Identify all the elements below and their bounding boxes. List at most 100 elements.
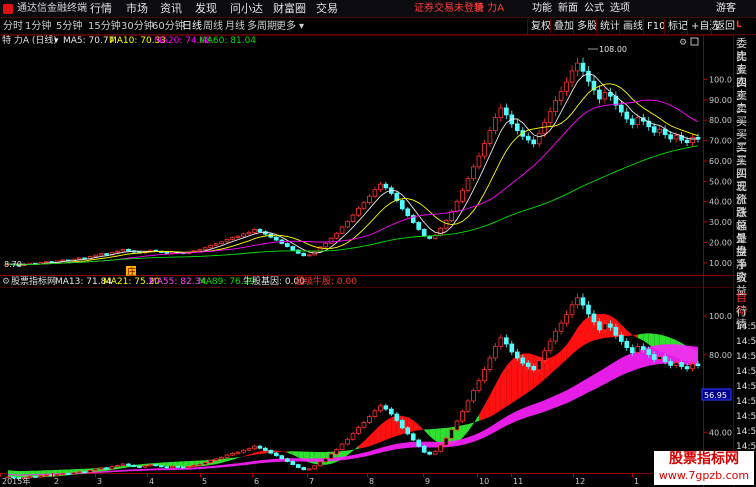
sub-candle-body [558, 322, 564, 332]
sub-candle-body [471, 389, 476, 402]
sub-candle-body [131, 464, 137, 467]
period-weekly[interactable]: 周线 [203, 19, 223, 34]
sub-candle-body [306, 468, 312, 471]
candle-body [98, 253, 104, 256]
period-intraday[interactable]: 分时 [3, 19, 23, 34]
sub-candle-body [482, 369, 487, 382]
tick-time: 14:56 [736, 352, 756, 362]
sub-candle-body [640, 346, 646, 351]
bull-ribbon-segment [621, 324, 627, 337]
candle-body [367, 195, 372, 204]
btn-adjust[interactable]: 复权 [527, 19, 551, 34]
bull-ribbon-segment [484, 395, 490, 419]
menu-functions[interactable]: 功能 [532, 2, 552, 16]
menu-news[interactable]: 资讯 [160, 2, 182, 16]
menu-quotes[interactable]: 行情 [90, 2, 112, 16]
sub-candle-body [520, 357, 526, 364]
candle-body [558, 91, 564, 102]
btn-draw-line[interactable]: 画线 [619, 19, 643, 34]
bear-ribbon-segment [172, 461, 178, 467]
candle-body [482, 143, 487, 157]
period-daily[interactable]: 日线 [182, 19, 202, 34]
candle-body [345, 221, 350, 228]
candle-body [93, 254, 98, 257]
bull-ribbon-segment [259, 450, 266, 454]
sub-chart-gear-icon[interactable]: ⚙ [2, 276, 10, 288]
sub-candle-body [202, 462, 208, 465]
period-multi[interactable]: 多周期 [247, 19, 277, 34]
menu-options[interactable]: 选项 [610, 2, 630, 16]
candle-body [213, 243, 219, 246]
candle-body [465, 178, 471, 191]
bull-ribbon-segment [572, 328, 578, 355]
sub-candle-body [405, 427, 411, 435]
candle-body [197, 249, 202, 252]
bull-ribbon-segment [489, 384, 496, 417]
period-30min[interactable]: 30分钟 [121, 19, 154, 34]
bull-ribbon-segment [385, 417, 392, 440]
candle-body [476, 155, 482, 168]
menu-trade[interactable]: 交易 [316, 2, 338, 16]
sub-candle-body [345, 438, 350, 445]
sub-candle-body [389, 408, 394, 415]
period-1min[interactable]: 1分钟 [25, 19, 51, 34]
btn-overlay[interactable]: 叠加 [550, 19, 574, 34]
candle-body [257, 229, 263, 233]
sub-candle-body [657, 356, 662, 360]
bull-ribbon-segment [533, 354, 540, 389]
sub-chart-header: ⚙ 股票指标网 MA13: 71.84 MA21: 75.20 MA55: 82… [0, 276, 700, 288]
candle-body [235, 235, 241, 238]
sub-candle-body [432, 450, 438, 455]
sub-candle-body [109, 466, 115, 470]
bull-ribbon-segment [413, 420, 419, 432]
sub-candle-body [44, 474, 49, 477]
ma-line-ma10 [7, 83, 699, 266]
sub-candle-body [180, 466, 186, 469]
sub-candle-body [613, 326, 619, 336]
menu-discover[interactable]: 发现 [195, 2, 217, 16]
menu-formula[interactable]: 公式 [584, 2, 604, 16]
time-tick-label: 5 [202, 477, 207, 486]
candle-body [219, 241, 224, 245]
candle-body [629, 118, 635, 125]
sub-candle-body [274, 452, 279, 457]
period-more-arrow-icon[interactable]: ▾ [299, 19, 304, 34]
candle-body [657, 128, 662, 133]
sub-candle-body [328, 453, 334, 459]
btn-mark[interactable]: 标记 [664, 19, 688, 34]
candle-body [44, 261, 49, 264]
bull-ribbon-segment [561, 344, 567, 365]
menu-new-page[interactable]: 新面 [558, 2, 578, 16]
period-monthly[interactable]: 月线 [225, 19, 245, 34]
period-60min[interactable]: 60分钟 [152, 19, 185, 34]
candle-body [471, 166, 476, 180]
bull-ribbon-segment [566, 337, 572, 360]
menu-wenxiaoda[interactable]: 问小达 [230, 2, 263, 16]
sub-candle-body [564, 314, 569, 324]
btn-multi-stock[interactable]: 多股 [573, 19, 597, 34]
menu-market[interactable]: 市场 [126, 2, 148, 16]
sub-candle-body [367, 416, 372, 423]
sub-candle-body [38, 475, 44, 478]
sub-candle-body [465, 400, 471, 412]
period-more[interactable]: 更多 [276, 19, 296, 34]
btn-stats[interactable]: 统计 [596, 19, 620, 34]
candle-body [252, 229, 257, 233]
menu-wealth-circle[interactable]: 财富圈 [273, 2, 306, 16]
bear-ribbon-segment [462, 424, 468, 438]
bear-ribbon-segment [238, 456, 244, 458]
period-15min[interactable]: 15分钟 [88, 19, 121, 34]
bear-ribbon-segment [166, 461, 173, 467]
btn-back[interactable]: 返回 [711, 19, 735, 34]
sub-candle-body [169, 465, 175, 469]
sub-candle-body [142, 465, 148, 468]
period-5min[interactable]: 5分钟 [56, 19, 82, 34]
kline-chart[interactable]: 100.0 90.00 80.00 70.00 60.00 50.00 40.00 30.00… [0, 35, 756, 487]
candle-body [498, 107, 504, 118]
sub-candle-body [427, 451, 432, 455]
top-menu-bar: 通达信金融终端 行情 市场 资讯 发现 问小达 财富圈 交易 证券交易未登录 特… [0, 0, 756, 18]
bull-ribbon-segment [500, 366, 507, 411]
dropdown-arrow-icon[interactable]: ▾ [54, 35, 59, 47]
btn-f10[interactable]: F10 [643, 19, 665, 34]
menu-guest[interactable]: 游客 [716, 2, 736, 16]
